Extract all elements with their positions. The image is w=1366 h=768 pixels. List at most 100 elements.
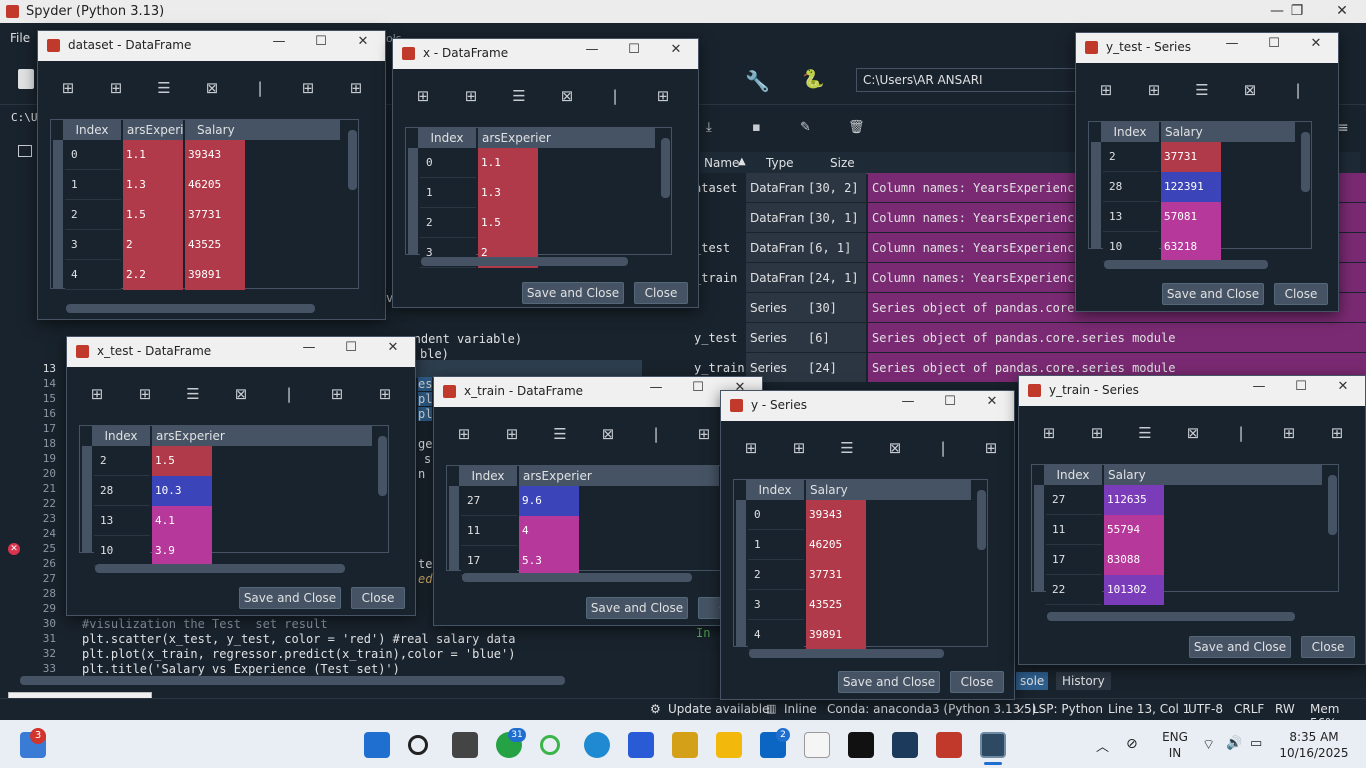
save-and-close-button[interactable]: Save and Close <box>1189 636 1291 658</box>
save-and-close-button[interactable]: Save and Close <box>239 587 341 609</box>
column-header[interactable]: arsExperier <box>123 120 183 140</box>
table-cell[interactable]: 1.5 <box>152 446 212 476</box>
insert-row-below-icon[interactable]: ⊞ <box>1142 78 1166 102</box>
clock-date[interactable]: 10/16/2025 <box>1276 746 1352 760</box>
menu-file[interactable]: File <box>10 31 30 45</box>
table-cell[interactable]: 1.3 <box>123 170 183 200</box>
maximize-icon[interactable]: ☐ <box>331 340 371 355</box>
table-cell[interactable]: 39891 <box>806 620 866 650</box>
row-icon[interactable]: ☰ <box>1190 78 1214 102</box>
insert-row-above-icon[interactable]: ⊞ <box>56 76 80 100</box>
vertical-scrollbar[interactable] <box>1328 475 1337 535</box>
editor-horizontal-scrollbar[interactable] <box>20 676 565 685</box>
table-cell[interactable]: 3.9 <box>152 536 212 566</box>
insert-column-left-icon[interactable]: ⊞ <box>325 382 349 406</box>
wifi-off-icon[interactable]: ⊘ <box>1126 736 1138 752</box>
table-cell[interactable]: 39343 <box>806 500 866 530</box>
save-and-close-button[interactable]: Save and Close <box>838 671 940 693</box>
insert-column-right-icon[interactable]: ⊞ <box>344 76 368 100</box>
table-cell[interactable]: 112635 <box>1104 485 1164 515</box>
insert-row-above-icon[interactable]: ⊞ <box>411 84 435 108</box>
minimize-icon[interactable]: — <box>1239 379 1279 394</box>
search-icon[interactable] <box>408 735 428 755</box>
close-icon[interactable]: ✕ <box>343 34 383 49</box>
file-tab-icon[interactable] <box>18 145 32 157</box>
terminal-icon[interactable] <box>848 732 874 758</box>
vertical-scrollbar[interactable] <box>348 130 357 190</box>
status-lsp[interactable]: LSP: Python <box>1032 702 1103 716</box>
close-button[interactable]: Close <box>1274 283 1328 305</box>
maximize-icon[interactable]: ☐ <box>678 380 718 395</box>
table-cell[interactable]: 4.1 <box>152 506 212 536</box>
import-data-icon[interactable]: ⤓ <box>706 120 712 135</box>
python-icon[interactable]: 🐍 <box>802 69 824 90</box>
dataframe-grid[interactable]: Index arsExperier 27 9.6 11 4 17 5.3 <box>446 465 736 576</box>
minimize-icon[interactable]: — <box>572 42 612 57</box>
table-cell[interactable]: 2 <box>123 230 183 260</box>
close-icon[interactable]: ✕ <box>1323 379 1363 394</box>
tab-console[interactable]: sole <box>1016 672 1049 690</box>
dataframe-grid[interactable]: IndexarsExperierSalary 01.139343 11.346205… <box>50 119 359 290</box>
table-cell[interactable]: 37731 <box>185 200 245 230</box>
insert-column-right-icon[interactable]: ⊞ <box>1325 421 1349 445</box>
column-header-index[interactable]: Index <box>1101 122 1159 142</box>
active-window-icon[interactable] <box>980 732 1006 758</box>
wifi-icon[interactable]: ⌔ <box>1202 736 1215 754</box>
close-icon[interactable]: ✕ <box>972 394 1012 409</box>
chevron-up-icon[interactable]: ︿ <box>1096 736 1109 755</box>
dataframe-grid[interactable]: Index arsExperier 2 1.5 28 10.3 13 4.1 10 3.9 <box>79 425 389 566</box>
table-cell[interactable]: 39343 <box>185 140 245 170</box>
column-header[interactable]: Salary <box>185 120 340 140</box>
table-row[interactable]: y_test Series [6] Series object of pandas.c… <box>690 323 1366 353</box>
column-header-index[interactable]: Index <box>92 426 150 446</box>
row-icon[interactable]: ☰ <box>152 76 176 100</box>
column-header[interactable]: Salary <box>806 480 971 500</box>
wrench-icon[interactable]: 🔧 <box>745 69 770 93</box>
table-cell[interactable]: 57081 <box>1161 202 1221 232</box>
table-cell[interactable]: 83088 <box>1104 545 1164 575</box>
column-header-index[interactable]: Index <box>418 128 476 148</box>
table-cell[interactable]: 43525 <box>185 230 245 260</box>
horizontal-scrollbar[interactable] <box>1104 260 1268 269</box>
clock-time[interactable]: 8:35 AM <box>1276 730 1352 744</box>
table-cell[interactable]: 101302 <box>1104 575 1164 605</box>
maximize-icon[interactable]: ☐ <box>1254 36 1294 51</box>
close-icon[interactable]: ✕ <box>656 42 696 57</box>
volume-icon[interactable]: 🔊 <box>1226 736 1242 751</box>
status-conda[interactable]: Conda: anaconda3 (Python 3.13.5) <box>827 702 1036 716</box>
maximize-icon[interactable]: ☐ <box>930 394 970 409</box>
ollama-icon[interactable] <box>804 732 830 758</box>
horizontal-scrollbar[interactable] <box>66 304 315 313</box>
horizontal-scrollbar[interactable] <box>95 564 345 573</box>
working-directory-input[interactable]: C:\Users\AR ANSARI <box>856 68 1076 92</box>
contacts-icon[interactable] <box>672 732 698 758</box>
table-cell[interactable]: 1.3 <box>478 178 538 208</box>
row-icon[interactable]: ☰ <box>548 422 572 446</box>
store-icon[interactable] <box>628 732 654 758</box>
insert-column-left-icon[interactable]: ⊞ <box>651 84 675 108</box>
remove-row-icon[interactable]: ⊠ <box>1238 78 1262 102</box>
minimize-icon[interactable]: — <box>289 340 329 355</box>
tab-history[interactable]: History <box>1056 672 1111 690</box>
maximize-icon[interactable]: ☐ <box>614 42 654 57</box>
battery-icon[interactable]: ▭ <box>1250 736 1262 751</box>
save-and-close-button[interactable]: Save and Close <box>1162 283 1264 305</box>
insert-column-left-icon[interactable]: ⊞ <box>1277 421 1301 445</box>
vertical-scrollbar[interactable] <box>378 436 387 496</box>
table-cell[interactable]: 37731 <box>1161 142 1221 172</box>
row-icon[interactable]: ☰ <box>835 436 859 460</box>
table-cell[interactable]: 39891 <box>185 260 245 290</box>
remove-row-icon[interactable]: ⊠ <box>883 436 907 460</box>
remove-all-icon[interactable]: 🗑 <box>848 120 865 135</box>
region-indicator[interactable]: IN <box>1160 746 1190 760</box>
column-header[interactable]: Salary <box>1104 465 1322 485</box>
insert-column-right-icon[interactable]: ⊞ <box>373 382 397 406</box>
insert-row-below-icon[interactable]: ⊞ <box>133 382 157 406</box>
vertical-scrollbar[interactable] <box>1301 132 1310 192</box>
close-button[interactable]: Close <box>351 587 405 609</box>
row-icon[interactable]: ☰ <box>181 382 205 406</box>
table-cell[interactable]: 5.3 <box>519 546 579 576</box>
header-type[interactable]: Type <box>766 156 794 170</box>
vertical-scrollbar[interactable] <box>977 490 986 550</box>
refresh-app-icon[interactable] <box>540 735 560 755</box>
